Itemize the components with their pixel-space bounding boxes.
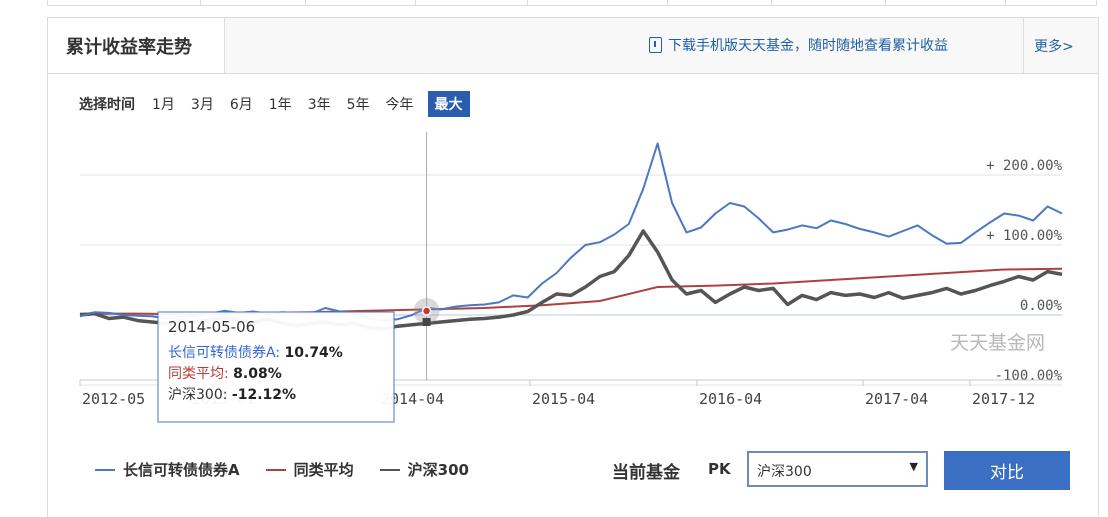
- y-tick-label: 0.00%: [1020, 298, 1063, 314]
- tooltip-date: 2014-05-06: [168, 318, 255, 336]
- tooltip-separator: :: [224, 366, 233, 382]
- tooltip-series-name: 同类平均: [168, 366, 224, 382]
- current-fund-label: 当前基金: [612, 463, 680, 483]
- x-tick-label: 2017-12: [972, 390, 1035, 408]
- legend-swatch-fund: [95, 468, 115, 471]
- tooltip-row: 同类平均: 8.08%: [168, 366, 282, 382]
- tooltip-separator: :: [223, 387, 232, 403]
- tooltip-series-value: -12.12%: [232, 387, 296, 403]
- tooltip-series-name: 长信可转债债券A: [168, 345, 276, 361]
- benchmark-select[interactable]: 沪深300 ▼: [747, 451, 928, 487]
- hover-point-peer: [421, 306, 432, 316]
- tooltip-row: 长信可转债债券A: 10.74%: [168, 345, 343, 361]
- chart-legend: 长信可转债债券A 同类平均 沪深300: [95, 459, 495, 480]
- legend-item-peer-average[interactable]: 同类平均: [265, 459, 354, 480]
- tooltip-series-value: 8.08%: [233, 366, 282, 382]
- tooltip-series-name: 沪深300: [168, 387, 223, 403]
- x-tick-label: 2015-04: [532, 390, 595, 408]
- dropdown-arrow-icon: ▼: [909, 460, 918, 473]
- legend-item-fund[interactable]: 长信可转债债券A: [95, 459, 240, 480]
- series-line-1: [80, 267, 1063, 316]
- chart-tooltip: 2014-05-06长信可转债债券A: 10.74%同类平均: 8.08%沪深3…: [157, 311, 395, 423]
- legend-label-peer-average: 同类平均: [293, 461, 354, 479]
- y-tick-label: -100.00%: [995, 368, 1063, 384]
- watermark: 天天基金网: [950, 332, 1045, 354]
- y-tick-label: + 100.00%: [986, 228, 1062, 244]
- x-tick-label: 2016-04: [699, 390, 762, 408]
- legend-swatch-hs300: [379, 468, 400, 471]
- compare-button[interactable]: 对比: [944, 451, 1070, 490]
- hover-point-hs300: [422, 318, 431, 326]
- tooltip-separator: :: [275, 345, 284, 361]
- y-tick-label: + 200.00%: [986, 158, 1062, 174]
- benchmark-select-value: 沪深300: [757, 464, 812, 480]
- tooltip-row: 沪深300: -12.12%: [168, 387, 296, 403]
- legend-label-hs300: 沪深300: [407, 461, 469, 479]
- legend-swatch-peer-average: [265, 468, 286, 471]
- cumulative-return-chart: 天天基金网 + 200.00% + 100.00% 0.00% -100.00% 20…: [79, 132, 1063, 423]
- chart-series: [79, 142, 1063, 331]
- crosshair: [413, 132, 440, 380]
- x-tick-label: 2017-04: [865, 390, 928, 408]
- tooltip-series-value: 10.74%: [285, 345, 343, 361]
- legend-label-fund: 长信可转债债券A: [123, 461, 240, 479]
- pk-label: PK: [708, 460, 731, 478]
- legend-item-hs300[interactable]: 沪深300: [379, 459, 469, 480]
- x-tick-label: 2012-05: [82, 390, 145, 408]
